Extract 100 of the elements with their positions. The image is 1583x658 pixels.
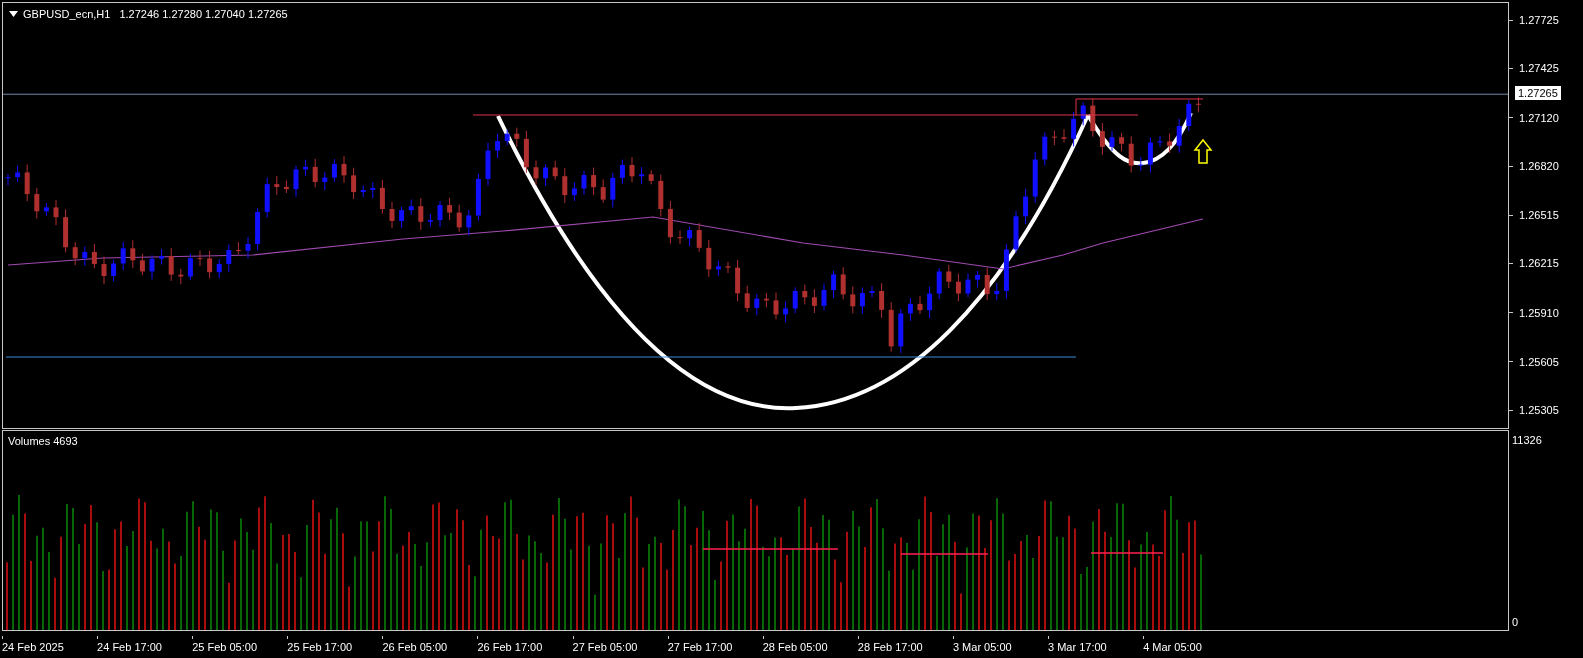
candlestick bbox=[831, 270, 837, 299]
candlestick bbox=[763, 292, 769, 308]
candlestick bbox=[1186, 99, 1192, 132]
candlestick bbox=[1157, 135, 1163, 148]
candlestick bbox=[1138, 156, 1144, 172]
candlestick bbox=[1195, 97, 1201, 113]
candlestick bbox=[1071, 111, 1077, 147]
candlestick bbox=[696, 222, 702, 253]
dropdown-triangle-icon[interactable] bbox=[9, 11, 18, 18]
candlestick bbox=[264, 177, 270, 219]
candlestick bbox=[15, 165, 21, 183]
candlestick bbox=[53, 199, 59, 226]
candlestick bbox=[629, 156, 635, 183]
candlestick bbox=[255, 207, 261, 251]
candlestick bbox=[331, 158, 337, 183]
candlestick bbox=[437, 200, 443, 228]
price-axis-label: 1.25605 bbox=[1519, 354, 1559, 370]
candlestick bbox=[706, 239, 712, 278]
candlestick bbox=[207, 250, 213, 279]
candlestick bbox=[1032, 151, 1038, 204]
up-arrow-icon bbox=[1193, 138, 1213, 164]
candlestick bbox=[725, 261, 731, 274]
candlestick bbox=[1051, 130, 1057, 146]
ohlc-values: 1.27246 1.27280 1.27040 1.27265 bbox=[119, 7, 288, 22]
candlestick bbox=[466, 209, 472, 236]
candlestick bbox=[821, 283, 827, 311]
candlestick bbox=[159, 248, 165, 265]
candlestick bbox=[399, 206, 405, 229]
candlestick bbox=[600, 178, 606, 204]
candlestick bbox=[1003, 243, 1009, 300]
candlestick bbox=[312, 158, 318, 188]
candlestick bbox=[197, 250, 203, 267]
candlestick bbox=[1176, 118, 1182, 154]
candlestick bbox=[235, 241, 241, 255]
candlestick bbox=[303, 159, 309, 177]
candlestick bbox=[216, 258, 222, 279]
candlestick bbox=[408, 199, 414, 216]
candlestick bbox=[389, 201, 395, 229]
candlestick bbox=[879, 282, 885, 319]
current-price-label: 1.27265 bbox=[1515, 86, 1561, 101]
candlestick bbox=[351, 167, 357, 200]
candlestick bbox=[840, 266, 846, 300]
volume-label: Volumes 4693 bbox=[8, 434, 78, 449]
candlestick bbox=[610, 172, 616, 208]
candlestick bbox=[485, 142, 491, 187]
time-axis-label: 25 Feb 17:00 bbox=[287, 640, 353, 655]
candlestick bbox=[293, 165, 299, 198]
candlestick bbox=[1147, 137, 1153, 174]
candlestick bbox=[744, 285, 750, 313]
candlestick bbox=[792, 286, 798, 314]
candlestick bbox=[1080, 101, 1086, 126]
candlestick bbox=[735, 259, 741, 302]
candlestick bbox=[773, 292, 779, 320]
candlestick bbox=[994, 282, 1000, 301]
candlestick bbox=[802, 284, 808, 305]
candlestick bbox=[1119, 132, 1125, 152]
candlestick bbox=[619, 159, 625, 185]
time-axis-label: 26 Feb 17:00 bbox=[477, 640, 543, 655]
candlestick bbox=[552, 160, 558, 181]
time-axis-label: 26 Feb 05:00 bbox=[382, 640, 448, 655]
candlestick bbox=[514, 127, 520, 148]
candlestick bbox=[91, 243, 97, 269]
candlestick bbox=[946, 264, 952, 289]
candlestick bbox=[322, 171, 328, 191]
candlestick bbox=[850, 286, 856, 314]
candlestick bbox=[226, 243, 232, 273]
candlestick bbox=[965, 272, 971, 298]
time-axis-label: 28 Feb 17:00 bbox=[857, 640, 923, 655]
volume-axis-label: 11326 bbox=[1512, 433, 1543, 448]
time-axis-label: 25 Feb 05:00 bbox=[192, 640, 258, 655]
price-axis-label: 1.26215 bbox=[1519, 256, 1559, 272]
candlestick bbox=[1042, 131, 1048, 166]
candlestick bbox=[898, 308, 904, 354]
candlestick bbox=[63, 208, 69, 253]
candlestick bbox=[687, 226, 693, 247]
candlestick bbox=[859, 286, 865, 315]
candlestick bbox=[677, 230, 683, 245]
candlestick bbox=[1099, 122, 1105, 156]
candlestick bbox=[1061, 128, 1067, 143]
candlestick bbox=[245, 236, 251, 259]
candlestick bbox=[187, 253, 193, 281]
candlestick bbox=[1023, 188, 1029, 225]
candlestick bbox=[936, 267, 942, 300]
time-axis-label: 27 Feb 17:00 bbox=[667, 640, 733, 655]
candlestick bbox=[591, 167, 597, 196]
candlestick bbox=[130, 239, 136, 269]
time-axis-label: 3 Mar 05:00 bbox=[952, 640, 1012, 655]
candlestick bbox=[34, 187, 40, 220]
candlestick bbox=[1090, 98, 1096, 138]
candlestick bbox=[379, 179, 385, 214]
candlestick bbox=[571, 182, 577, 202]
candlestick bbox=[82, 246, 88, 267]
candlestick bbox=[5, 173, 11, 186]
price-axis-label: 1.27425 bbox=[1519, 61, 1559, 77]
candlestick bbox=[1128, 135, 1134, 173]
candlestick bbox=[360, 184, 366, 198]
candlestick bbox=[917, 295, 923, 315]
price-axis-label: 1.25305 bbox=[1519, 403, 1559, 419]
candlestick bbox=[456, 204, 462, 233]
candlestick bbox=[955, 273, 961, 302]
